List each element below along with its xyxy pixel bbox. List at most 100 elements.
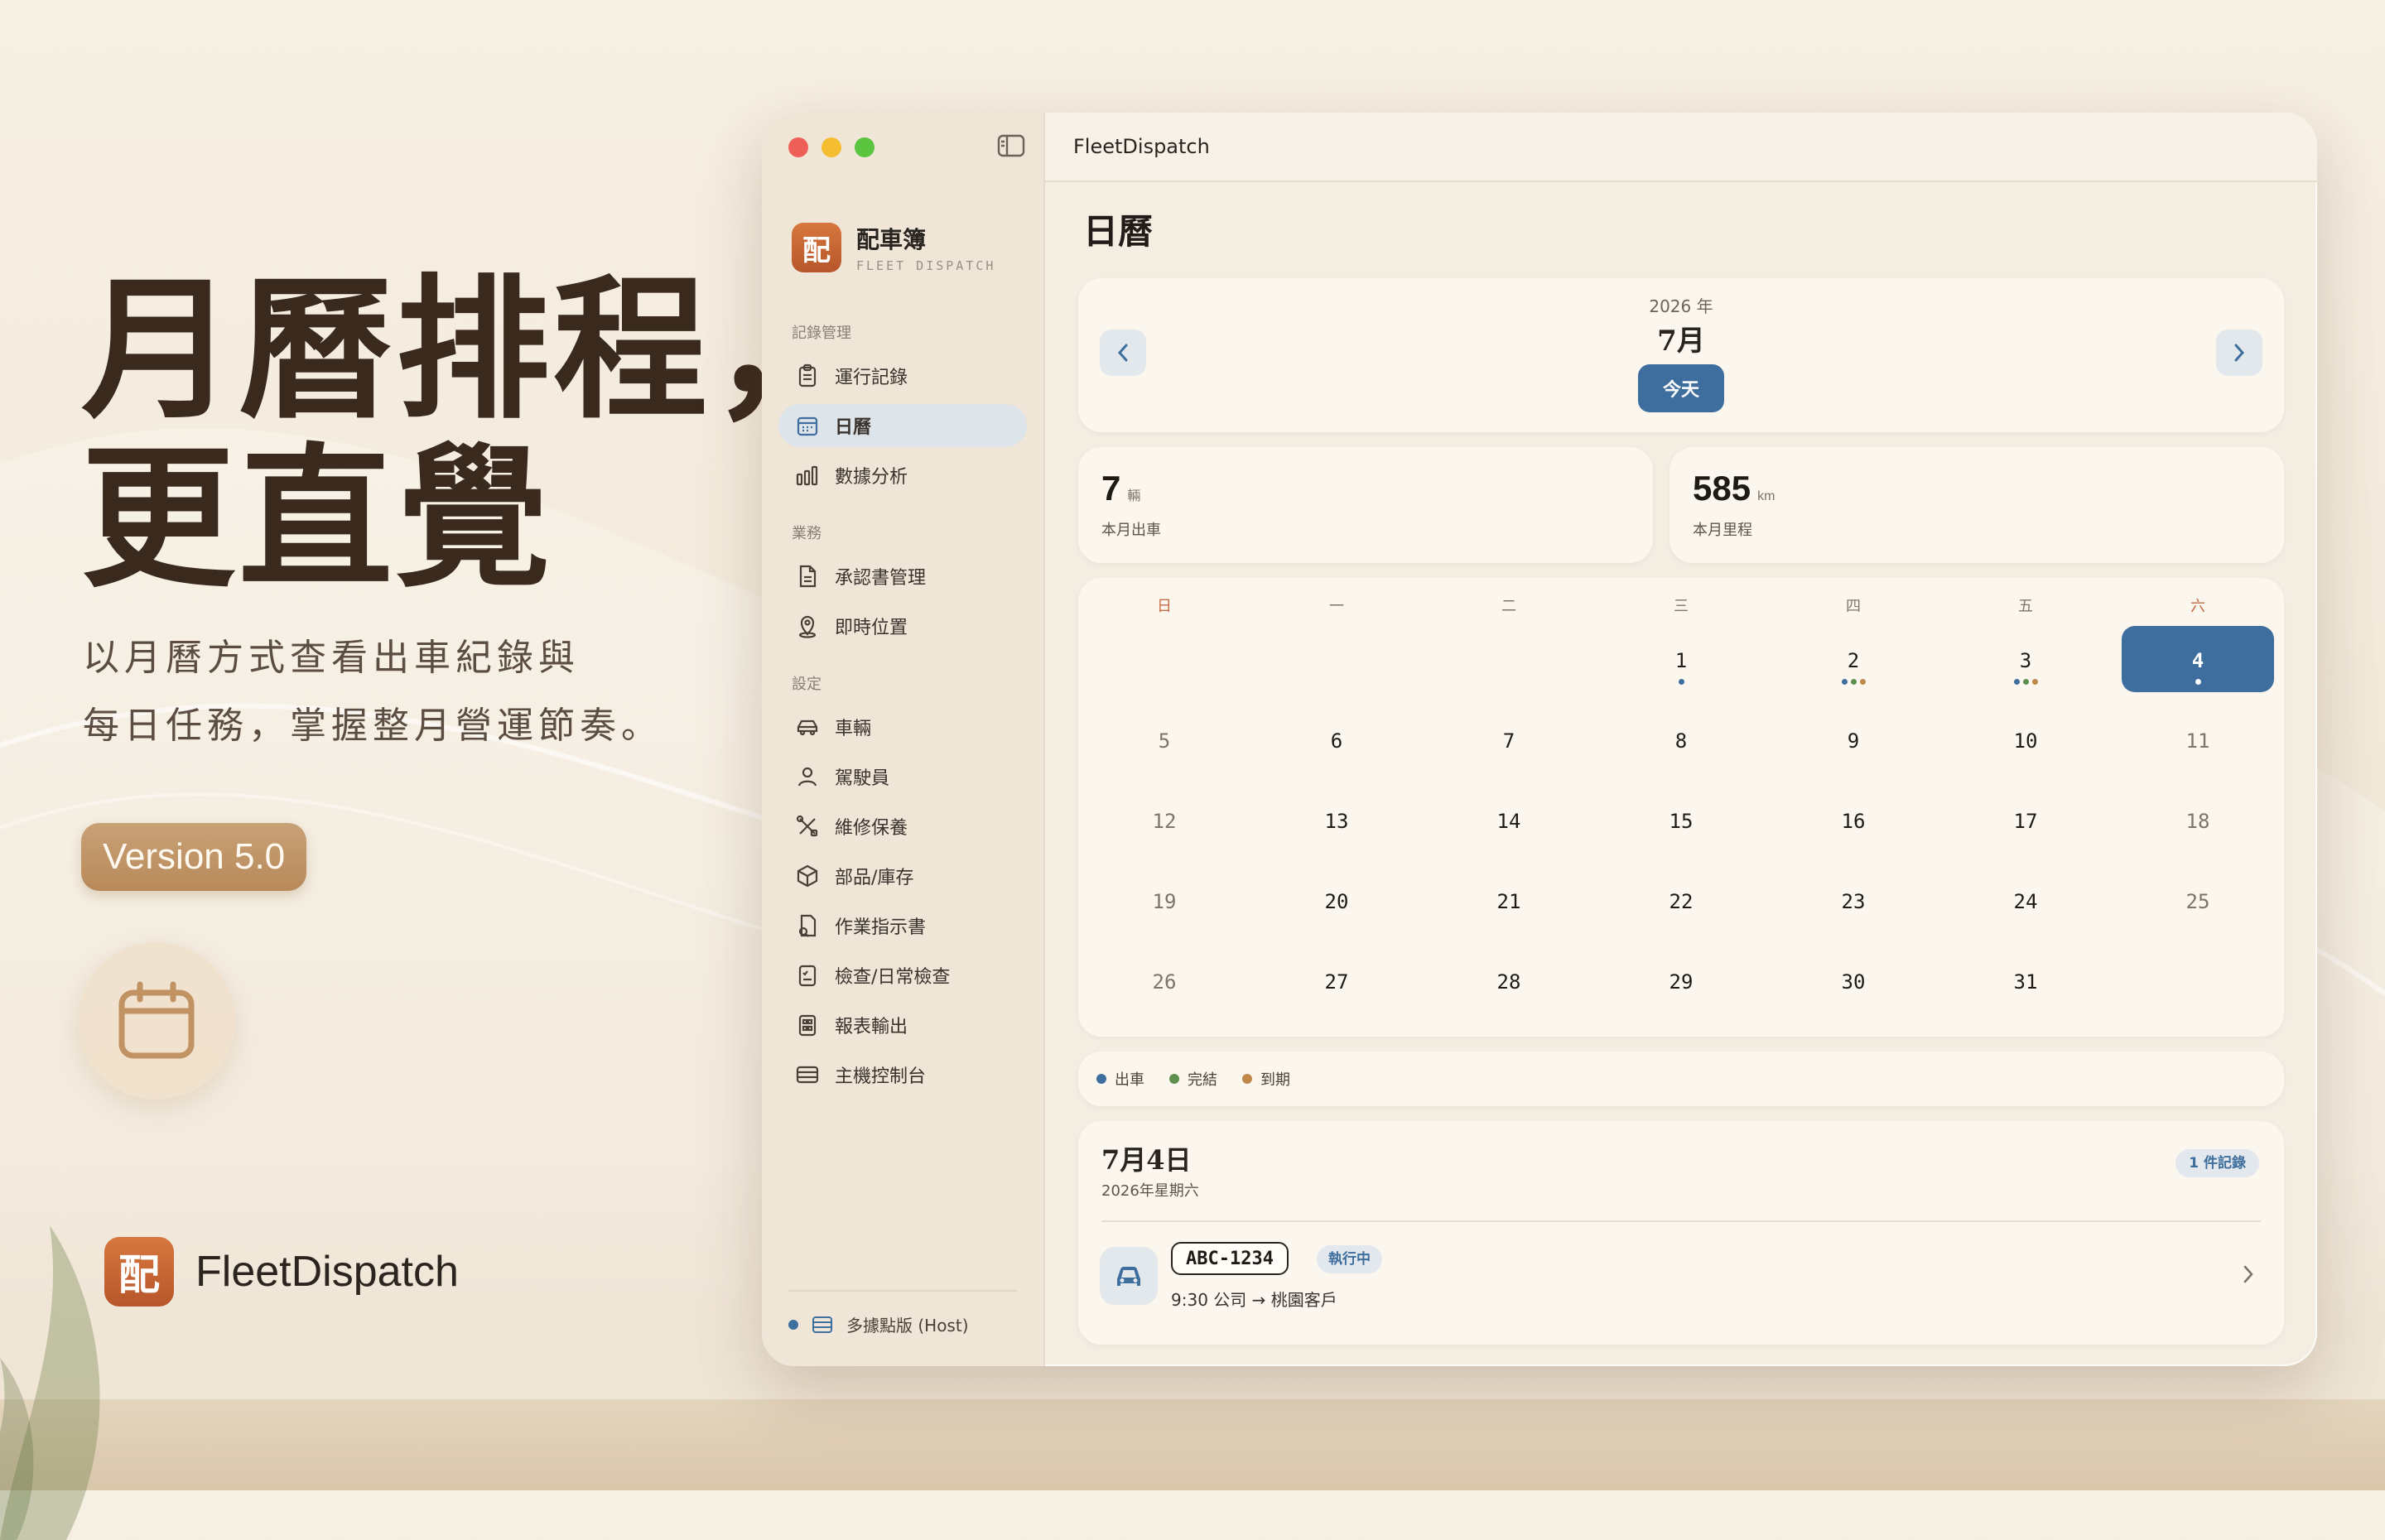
trip-row[interactable]: ABC-1234 執行中 9:30 公司 → 桃園客戶 [1100,1242,2262,1311]
car-icon [1117,1267,1140,1286]
legend-label: 完結 [1188,1071,1217,1089]
sidebar-item-trip-records[interactable]: 運行記錄 [778,354,1027,397]
tools-icon [796,815,818,837]
calendar-day-number: 24 [2013,890,2038,913]
calendar-day-13[interactable]: 13 [1250,787,1423,867]
calendar-day-11[interactable]: 11 [2112,706,2284,787]
event-dots [1595,679,1767,685]
calendar-day-number: 9 [1847,729,1860,753]
calendar-day-2[interactable]: 2 [1767,626,1939,706]
calendar-icon [118,981,195,1059]
calendar-day-number: 8 [1674,729,1688,753]
calendar-day-10[interactable]: 10 [1939,706,2112,787]
zoom-window-button[interactable] [855,137,874,157]
weekday-label: 三 [1674,598,1689,615]
close-window-button[interactable] [788,137,808,157]
calendar-day-9[interactable]: 9 [1767,706,1939,787]
calendar-day-6[interactable]: 6 [1250,706,1423,787]
sidebar-item-label: 車輛 [835,719,872,739]
calendar-day-5[interactable]: 5 [1078,706,1250,787]
calendar-day-22[interactable]: 22 [1595,867,1767,947]
calendar-day-18[interactable]: 18 [2112,787,2284,867]
sidebar-item-label: 駕駛員 [835,768,890,789]
next-month-button[interactable] [2216,330,2262,376]
calendar-day-8[interactable]: 8 [1595,706,1767,787]
day-detail-card: 7月4日 2026年星期六 1 件記錄 ABC-1234 執行中 9:30 公司… [1078,1121,2284,1345]
sidebar-item-parts-inventory[interactable]: 部品/庫存 [778,854,1027,898]
sidebar-item-label: 數據分析 [835,467,908,488]
event-dot [1678,679,1684,685]
calendar-day-number: 2 [1847,649,1860,672]
calendar-day-number: 20 [1324,890,1349,913]
event-dots [2112,679,2284,685]
event-dot [1850,679,1857,685]
sidebar-item-label: 運行記錄 [835,368,908,388]
brand-logo: 配 [104,1237,174,1307]
calendar-blank [1423,626,1595,706]
weekday-label: 日 [1157,598,1172,615]
calendar-day-7[interactable]: 7 [1423,706,1595,787]
calendar-day-number: 1 [1674,649,1688,672]
event-dot [2031,679,2038,685]
sidebar-item-calendar[interactable]: 日曆 [778,404,1027,447]
calendar-day-number: 18 [2185,810,2210,833]
today-button[interactable]: 今天 [1638,364,1724,412]
main-panel: FleetDispatch 日曆 2026 年 7月 今天 7輛 本月出車 58… [1045,113,2317,1366]
legend-item: 出車 [1096,1068,1144,1090]
calendar-day-20[interactable]: 20 [1250,867,1423,947]
sidebar-item-vehicles[interactable]: 車輛 [778,705,1027,748]
calendar-day-14[interactable]: 14 [1423,787,1595,867]
calendar-day-23[interactable]: 23 [1767,867,1939,947]
sidebar-item-analytics[interactable]: 數據分析 [778,454,1027,497]
chevron-right-icon [2234,344,2245,362]
stat-card-mileage: 585 km 本月里程 [1670,447,2284,563]
calendar-day-3[interactable]: 3 [1939,626,2112,706]
detail-divider [1101,1220,2261,1222]
server-icon [796,1066,819,1084]
calendar-day-30[interactable]: 30 [1767,947,1939,1027]
sidebar-item-work-instructions[interactable]: 作業指示書 [778,904,1027,947]
host-status[interactable]: 多據點版 (Host) [788,1312,969,1336]
calendar-day-12[interactable]: 12 [1078,787,1250,867]
calendar-day-1[interactable]: 1 [1595,626,1767,706]
trip-status-badge: 執行中 [1317,1245,1382,1273]
event-dot [1841,679,1848,685]
calendar-day-24[interactable]: 24 [1939,867,2112,947]
calendar-day-21[interactable]: 21 [1423,867,1595,947]
calendar-day-26[interactable]: 26 [1078,947,1250,1027]
calendar-day-number: 3 [2019,649,2032,672]
calendar-day-29[interactable]: 29 [1595,947,1767,1027]
stat-card-vehicles: 7輛 本月出車 [1078,447,1653,563]
sidebar-item-drivers[interactable]: 駕駛員 [778,755,1027,798]
calendar-day-16[interactable]: 16 [1767,787,1939,867]
calendar-day-25[interactable]: 25 [2112,867,2284,947]
location-icon [798,615,817,638]
calendar-day-17[interactable]: 17 [1939,787,2112,867]
calendar-day-number: 4 [2191,649,2204,672]
calendar-day-28[interactable]: 28 [1423,947,1595,1027]
minimize-window-button[interactable] [822,137,841,157]
sidebar-item-approvals[interactable]: 承認書管理 [778,555,1027,598]
legend-swatch [1242,1074,1252,1084]
server-icon [812,1316,832,1333]
sidebar-divider [788,1290,1017,1292]
sidebar-item-report-export[interactable]: 報表輸出 [778,1003,1027,1047]
calendar-day-27[interactable]: 27 [1250,947,1423,1027]
trip-vehicle-avatar [1100,1247,1158,1305]
calendar-day-19[interactable]: 19 [1078,867,1250,947]
sidebar-item-live-location[interactable]: 即時位置 [778,604,1027,647]
calendar-day-31[interactable]: 31 [1939,947,2112,1027]
legend-item: 完結 [1169,1068,1217,1090]
legend-swatch [1096,1074,1106,1084]
calendar-day-4[interactable]: 4 [2112,626,2284,706]
stat-value: 7輛 [1101,469,1140,508]
sidebar-item-host-console[interactable]: 主機控制台 [778,1053,1027,1096]
calendar-day-number: 5 [1158,729,1171,753]
sidebar-item-inspections[interactable]: 檢查/日常檢查 [778,954,1027,997]
legend-label: 出車 [1115,1071,1144,1089]
weekday-label: 二 [1501,598,1516,615]
trip-route: 9:30 公司 → 桃園客戶 [1171,1290,1337,1310]
sidebar-toggle-icon[interactable] [997,134,1025,157]
sidebar-item-maintenance[interactable]: 維修保養 [778,805,1027,848]
calendar-day-15[interactable]: 15 [1595,787,1767,867]
